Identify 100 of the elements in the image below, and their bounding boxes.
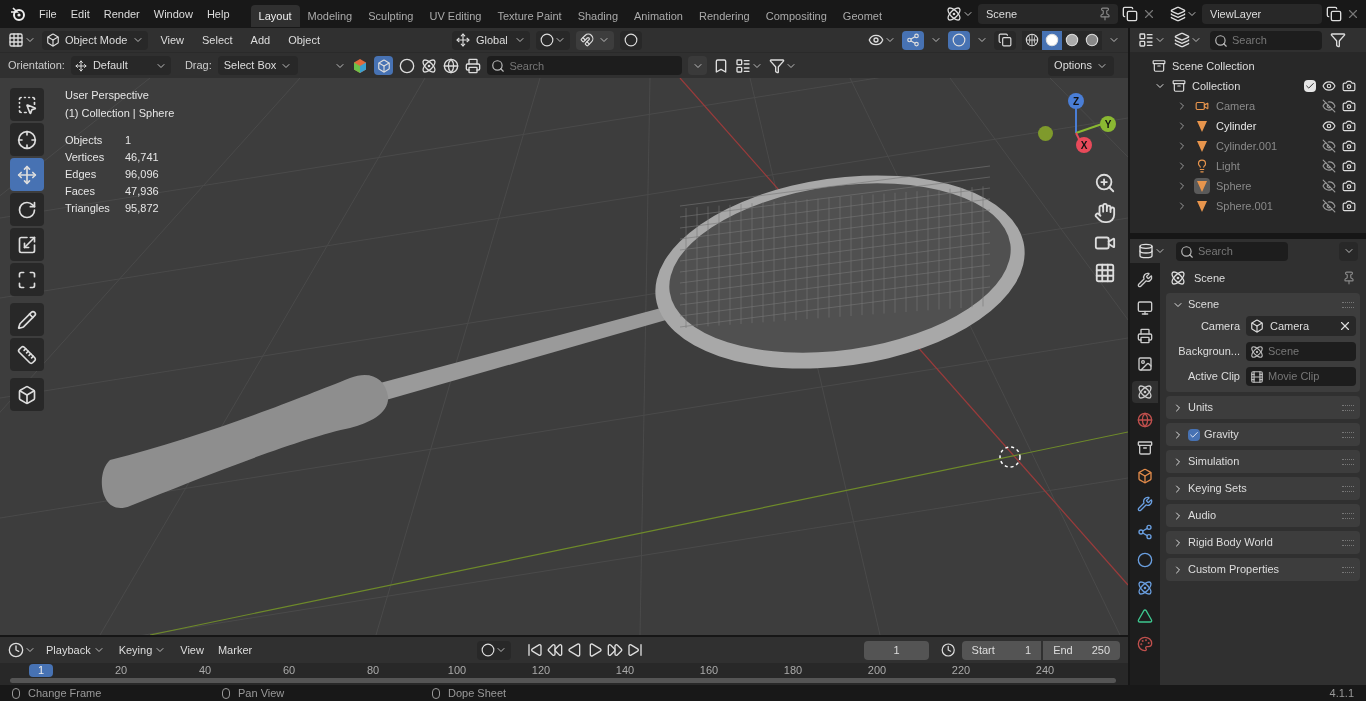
tool-button[interactable] — [10, 338, 44, 371]
pivot-button[interactable] — [536, 30, 570, 50]
pin-icon[interactable] — [1342, 271, 1356, 285]
panel-title[interactable]: Custom Properties — [1188, 561, 1338, 578]
panel-checkbox[interactable] — [1188, 428, 1200, 441]
hand-icon[interactable] — [1094, 202, 1116, 224]
menu-item[interactable]: Add — [244, 31, 277, 49]
filter-button[interactable] — [769, 57, 798, 74]
menu-item[interactable]: View — [154, 31, 191, 49]
hidden-eye-icon[interactable] — [1322, 159, 1336, 173]
menu-item[interactable]: Help — [199, 5, 237, 23]
panel-title[interactable]: Keying Sets — [1188, 480, 1338, 497]
eye-icon[interactable] — [1322, 79, 1336, 93]
tool-button[interactable] — [10, 193, 44, 226]
orientation-dropdown[interactable]: Global — [452, 30, 530, 50]
workspace-tab[interactable]: Shading — [569, 5, 627, 27]
previous-keyframe-icon[interactable] — [547, 642, 564, 658]
filter-icon[interactable] — [1330, 32, 1346, 48]
playhead[interactable]: 1 — [29, 664, 53, 677]
camera-icon[interactable] — [1342, 79, 1356, 93]
menu-item[interactable]: Select — [196, 31, 239, 49]
search-field[interactable]: Search — [1210, 30, 1322, 50]
tool-button[interactable] — [10, 88, 44, 121]
drag-handle-icon[interactable] — [1342, 404, 1354, 411]
scene-type-button[interactable] — [946, 6, 974, 22]
close-icon[interactable] — [1142, 7, 1156, 21]
overlays-button[interactable] — [948, 30, 970, 50]
workspace-tab[interactable]: Geomet — [834, 5, 890, 27]
menu-item[interactable]: Window — [146, 5, 200, 23]
app-logo-icon[interactable] — [10, 6, 26, 22]
panel-title[interactable]: Gravity — [1204, 426, 1338, 443]
tool-button[interactable] — [10, 303, 44, 336]
tree-item[interactable]: Light — [1216, 157, 1316, 175]
view-layer-selector[interactable]: ViewLayer — [1202, 4, 1322, 24]
axis-gizmo-button[interactable]: X — [1076, 137, 1092, 153]
hidden-eye-icon[interactable] — [1322, 139, 1336, 153]
hidden-eye-icon[interactable] — [1322, 179, 1336, 193]
shading-button[interactable] — [1042, 30, 1062, 50]
jump-start-icon[interactable] — [527, 642, 544, 658]
3d-viewport[interactable]: User Perspective (1) Collection | Sphere Objects 1 Vertices 46,741 Edges 96,096 Faces 47,936 Triangles 95,872 Z Y X — [0, 78, 1128, 635]
editor-type-button[interactable] — [1138, 243, 1166, 259]
jump-end-icon[interactable] — [627, 642, 644, 658]
tree-item[interactable]: Sphere.001 — [1216, 197, 1316, 215]
search-field[interactable]: Search — [487, 56, 683, 75]
menu-item[interactable]: Playback — [42, 641, 109, 659]
options-dropdown[interactable] — [1339, 241, 1358, 261]
menu-item[interactable]: View — [176, 641, 208, 659]
new-view-layer-icon[interactable] — [1326, 6, 1342, 22]
field-selector[interactable]: Camera — [1246, 316, 1356, 336]
camera-icon[interactable] — [1342, 99, 1356, 113]
next-keyframe-icon[interactable] — [607, 642, 624, 658]
tool-button[interactable] — [10, 263, 44, 296]
workspace-tab[interactable]: Modeling — [299, 5, 361, 27]
select-mode-button[interactable] — [374, 56, 394, 75]
shading-button[interactable] — [1082, 30, 1102, 50]
hidden-eye-icon[interactable] — [1322, 99, 1336, 113]
display-mode-button[interactable] — [1174, 32, 1202, 48]
atom-icon[interactable] — [421, 57, 438, 74]
field-selector[interactable]: Movie Clip — [1246, 366, 1356, 386]
proportional-button[interactable] — [620, 30, 642, 50]
tool-button[interactable] — [10, 123, 44, 156]
panel-title[interactable]: Audio — [1188, 507, 1338, 524]
view-layer-button[interactable] — [1170, 6, 1198, 22]
xray-button[interactable] — [994, 30, 1016, 50]
hierarchy-button[interactable] — [735, 57, 764, 74]
camera-icon[interactable] — [1342, 119, 1356, 133]
exclude-checkbox[interactable] — [1304, 80, 1316, 92]
collapse-button[interactable] — [688, 56, 708, 75]
timeline-ruler[interactable]: 1 20 40 60 80 100 120 140 160 180 200 220 240 — [0, 663, 1128, 685]
workspace-tab[interactable]: Compositing — [757, 5, 835, 27]
drag-handle-icon[interactable] — [1342, 566, 1354, 573]
snap-button[interactable] — [576, 30, 614, 50]
drag-handle-icon[interactable] — [1342, 301, 1354, 308]
camera-icon[interactable] — [1342, 179, 1356, 193]
workspace-tab[interactable]: Rendering — [690, 5, 758, 27]
drag-handle-icon[interactable] — [1342, 485, 1354, 492]
workspace-tab[interactable]: UV Editing — [421, 5, 490, 27]
camera-icon[interactable] — [1342, 139, 1356, 153]
stopwatch-icon[interactable] — [941, 642, 956, 658]
globe-icon[interactable] — [443, 57, 460, 74]
axis-gizmo-button[interactable]: Y — [1100, 116, 1116, 132]
menu-item[interactable]: Edit — [63, 5, 97, 23]
end-frame-field[interactable]: End 250 — [1042, 640, 1120, 660]
mode-dropdown[interactable]: Object Mode — [42, 30, 149, 50]
hidden-eye-icon[interactable] — [1322, 199, 1336, 213]
drag-handle-icon[interactable] — [1342, 431, 1354, 438]
panel-title[interactable]: Simulation — [1188, 453, 1338, 470]
camera-icon[interactable] — [1342, 159, 1356, 173]
orientation-dropdown[interactable]: Default — [70, 56, 171, 75]
gizmo-button[interactable] — [902, 30, 924, 50]
tree-item[interactable]: Sphere — [1216, 177, 1316, 195]
workspace-tab[interactable]: Texture Paint — [489, 5, 570, 27]
editor-type-button[interactable] — [1138, 32, 1166, 48]
pin-icon[interactable] — [1098, 7, 1112, 21]
tree-item[interactable]: Cylinder.001 — [1216, 137, 1316, 155]
tree-item[interactable]: Scene Collection — [1172, 57, 1255, 75]
keyframe-button[interactable] — [477, 640, 512, 660]
grid-icon[interactable] — [1094, 262, 1116, 284]
options-button[interactable]: Options — [1048, 55, 1114, 76]
tool-button[interactable] — [10, 228, 44, 261]
